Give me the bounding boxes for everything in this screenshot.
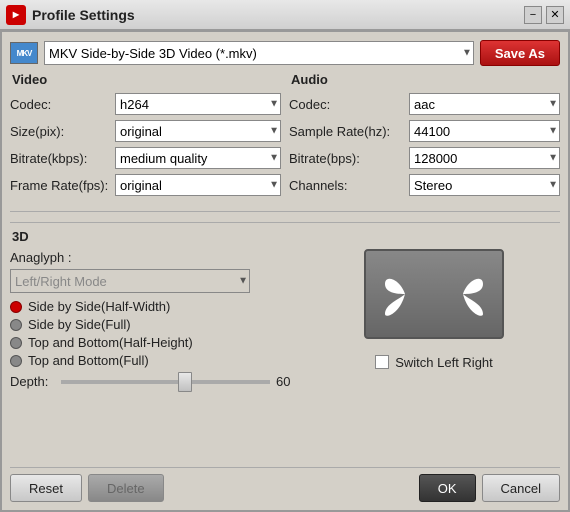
video-section: Video Codec: h264h265mpeg4 ▼ Size(pix): … — [10, 72, 281, 201]
video-codec-select[interactable]: h264h265mpeg4 — [115, 93, 281, 115]
list-item[interactable]: Top and Bottom(Half-Height) — [10, 335, 300, 350]
radio-dot-active — [10, 301, 22, 313]
video-codec-select-wrapper: h264h265mpeg4 ▼ — [115, 93, 281, 115]
audio-codec-select[interactable]: aacmp3ac3 — [409, 93, 560, 115]
video-size-label: Size(pix): — [10, 124, 115, 139]
radio-label-top-bottom-half: Top and Bottom(Half-Height) — [28, 335, 193, 350]
video-framerate-select[interactable]: original243060 — [115, 174, 281, 196]
radio-label-side-by-side-half: Side by Side(Half-Width) — [28, 299, 170, 314]
list-item[interactable]: Side by Side(Half-Width) — [10, 299, 300, 314]
switch-left-right-row: Switch Left Right — [375, 355, 493, 370]
3d-preview-box — [364, 249, 504, 339]
3d-mode-list: Side by Side(Half-Width) Side by Side(Fu… — [10, 299, 300, 368]
audio-section: Audio Codec: aacmp3ac3 ▼ Sample Rate(hz)… — [289, 72, 560, 201]
audio-samplerate-select-wrapper: 441004800022050 ▼ — [409, 120, 560, 142]
depth-value: 60 — [276, 374, 300, 389]
video-size-select[interactable]: original1920x10801280x720 — [115, 120, 281, 142]
title-bar-title: Profile Settings — [32, 7, 524, 23]
depth-row: Depth: 60 — [10, 374, 300, 389]
profile-format-icon: MKV — [10, 42, 38, 64]
delete-button[interactable]: Delete — [88, 474, 164, 502]
section-divider — [10, 211, 560, 212]
video-section-title: Video — [10, 72, 281, 87]
switch-left-right-label: Switch Left Right — [395, 355, 493, 370]
3d-section-title: 3D — [10, 229, 300, 244]
butterfly-left-icon — [380, 269, 430, 319]
butterfly-right-icon — [438, 269, 488, 319]
video-framerate-select-wrapper: original243060 ▼ — [115, 174, 281, 196]
radio-label-top-bottom-full: Top and Bottom(Full) — [28, 353, 149, 368]
audio-codec-label: Codec: — [289, 97, 409, 112]
profile-select-wrapper: MKV Side-by-Side 3D Video (*.mkv) ▼ — [44, 41, 474, 65]
bottom-right-buttons: OK Cancel — [419, 474, 560, 502]
audio-bitrate-select-wrapper: 12800025600064000 ▼ — [409, 147, 560, 169]
title-bar: ▶ Profile Settings − ✕ — [0, 0, 570, 30]
video-bitrate-select-wrapper: medium qualityhigh qualitylow quality ▼ — [115, 147, 281, 169]
radio-dot-inactive — [10, 319, 22, 331]
video-audio-section: Video Codec: h264h265mpeg4 ▼ Size(pix): … — [10, 72, 560, 201]
video-size-select-wrapper: original1920x10801280x720 ▼ — [115, 120, 281, 142]
audio-channels-select-wrapper: StereoMono5.1 ▼ — [409, 174, 560, 196]
bottom-bar: Reset Delete OK Cancel — [10, 467, 560, 502]
audio-samplerate-select[interactable]: 441004800022050 — [409, 120, 560, 142]
audio-codec-select-wrapper: aacmp3ac3 ▼ — [409, 93, 560, 115]
3d-section: 3D Anaglyph : Left/Right Mode ▼ Side by … — [10, 222, 560, 389]
audio-channels-row: Channels: StereoMono5.1 ▼ — [289, 174, 560, 196]
anaglyph-select[interactable]: Left/Right Mode — [10, 269, 250, 293]
video-bitrate-row: Bitrate(kbps): medium qualityhigh qualit… — [10, 147, 281, 169]
app-icon: ▶ — [6, 5, 26, 25]
depth-label: Depth: — [10, 374, 55, 389]
radio-dot-inactive-3 — [10, 355, 22, 367]
bottom-left-buttons: Reset Delete — [10, 474, 164, 502]
anaglyph-select-wrapper: Left/Right Mode ▼ — [10, 269, 250, 293]
app-icon-text: ▶ — [13, 10, 19, 19]
list-item[interactable]: Side by Side(Full) — [10, 317, 300, 332]
profile-row: MKV MKV Side-by-Side 3D Video (*.mkv) ▼ … — [10, 40, 560, 66]
video-codec-label: Codec: — [10, 97, 115, 112]
depth-slider[interactable] — [61, 380, 270, 384]
minimize-button[interactable]: − — [524, 6, 542, 24]
dialog-body: MKV MKV Side-by-Side 3D Video (*.mkv) ▼ … — [0, 30, 570, 512]
3d-left-panel: 3D Anaglyph : Left/Right Mode ▼ Side by … — [10, 229, 300, 389]
list-item[interactable]: Top and Bottom(Full) — [10, 353, 300, 368]
audio-codec-row: Codec: aacmp3ac3 ▼ — [289, 93, 560, 115]
audio-channels-label: Channels: — [289, 178, 409, 193]
video-codec-row: Codec: h264h265mpeg4 ▼ — [10, 93, 281, 115]
audio-samplerate-row: Sample Rate(hz): 441004800022050 ▼ — [289, 120, 560, 142]
profile-select[interactable]: MKV Side-by-Side 3D Video (*.mkv) — [44, 41, 474, 65]
ok-button[interactable]: OK — [419, 474, 476, 502]
video-size-row: Size(pix): original1920x10801280x720 ▼ — [10, 120, 281, 142]
audio-samplerate-label: Sample Rate(hz): — [289, 124, 409, 139]
audio-bitrate-row: Bitrate(bps): 12800025600064000 ▼ — [289, 147, 560, 169]
radio-dot-inactive-2 — [10, 337, 22, 349]
video-framerate-row: Frame Rate(fps): original243060 ▼ — [10, 174, 281, 196]
switch-left-right-checkbox[interactable] — [375, 355, 389, 369]
save-as-button[interactable]: Save As — [480, 40, 560, 66]
3d-right-panel: Switch Left Right — [308, 229, 560, 389]
radio-label-side-by-side-full: Side by Side(Full) — [28, 317, 131, 332]
audio-channels-select[interactable]: StereoMono5.1 — [409, 174, 560, 196]
audio-bitrate-select[interactable]: 12800025600064000 — [409, 147, 560, 169]
anaglyph-label: Anaglyph : — [10, 250, 300, 265]
audio-bitrate-label: Bitrate(bps): — [289, 151, 409, 166]
cancel-button[interactable]: Cancel — [482, 474, 560, 502]
close-button[interactable]: ✕ — [546, 6, 564, 24]
window-controls: − ✕ — [524, 6, 564, 24]
video-framerate-label: Frame Rate(fps): — [10, 178, 115, 193]
audio-section-title: Audio — [289, 72, 560, 87]
video-bitrate-select[interactable]: medium qualityhigh qualitylow quality — [115, 147, 281, 169]
reset-button[interactable]: Reset — [10, 474, 82, 502]
video-bitrate-label: Bitrate(kbps): — [10, 151, 115, 166]
